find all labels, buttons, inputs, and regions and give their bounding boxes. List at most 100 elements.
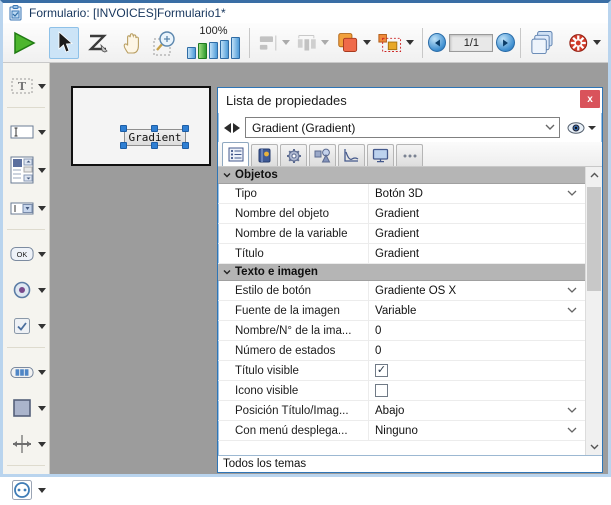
data-book-icon	[257, 148, 272, 163]
scrollbar-thumb[interactable]	[587, 187, 601, 291]
previous-object-icon[interactable]	[224, 123, 231, 133]
property-row-nombre-variable[interactable]: Nombre de la variable Gradient	[218, 224, 585, 244]
previous-page-button[interactable]	[428, 33, 446, 52]
scroll-up-button[interactable]	[586, 167, 602, 183]
selection-handle[interactable]	[120, 125, 127, 132]
checkbox-tool-dropdown-arrow[interactable]	[38, 324, 46, 329]
property-row-nombre-imagen[interactable]: Nombre/N° de la ima... 0	[218, 321, 585, 341]
property-value[interactable]: 0	[375, 345, 381, 357]
tab-more[interactable]	[396, 144, 423, 166]
selection-handle[interactable]	[151, 125, 158, 132]
property-value[interactable]: Abajo	[375, 405, 404, 417]
property-row-fuente-imagen[interactable]: Fuente de la imagen Variable	[218, 301, 585, 321]
splitter-tool-dropdown-arrow[interactable]	[38, 442, 46, 447]
group-button[interactable]	[376, 27, 415, 59]
property-value[interactable]: Gradient	[375, 228, 419, 240]
tab-objects[interactable]	[309, 144, 336, 166]
chevron-down-icon[interactable]	[567, 307, 575, 315]
property-scrollbar[interactable]	[585, 167, 602, 455]
rectangle-tool-dropdown-arrow[interactable]	[38, 406, 46, 411]
property-value[interactable]: 0	[375, 325, 381, 337]
settings-button[interactable]	[566, 27, 602, 59]
buttonbar-tool-dropdown-arrow[interactable]	[38, 370, 46, 375]
text-tool-dropdown-arrow[interactable]	[38, 84, 46, 89]
text-tool[interactable]: T	[3, 71, 49, 101]
buttonbar-tool[interactable]	[3, 357, 49, 387]
property-row-icono-visible[interactable]: Icono visible	[218, 381, 585, 401]
property-panel-title: Lista de propiedades	[226, 93, 347, 108]
next-page-button[interactable]	[496, 33, 514, 52]
button-tool-dropdown-arrow[interactable]	[38, 252, 46, 257]
checkbox-checked[interactable]: ✓	[375, 364, 388, 377]
chevron-down-icon[interactable]	[567, 407, 575, 415]
property-row-titulo[interactable]: Título Gradient	[218, 244, 585, 264]
sidebar-separator	[7, 347, 45, 348]
property-value[interactable]: Botón 3D	[375, 188, 423, 200]
radio-tool[interactable]	[3, 275, 49, 305]
rectangle-tool[interactable]	[3, 393, 49, 423]
combobox-tool-dropdown-arrow[interactable]	[38, 206, 46, 211]
input-tool[interactable]	[3, 117, 49, 147]
plugin-tool-dropdown-arrow[interactable]	[38, 488, 46, 493]
tab-settings[interactable]	[280, 144, 307, 166]
tab-data[interactable]	[251, 144, 278, 166]
scroll-down-button[interactable]	[586, 439, 602, 455]
property-row-nombre-objeto[interactable]: Nombre del objeto Gradient	[218, 204, 585, 224]
view-options-button[interactable]	[567, 122, 596, 134]
theme-filter-footer[interactable]: Todos los temas	[218, 455, 602, 472]
chevron-down-icon[interactable]	[567, 427, 575, 435]
property-row-con-menu[interactable]: Con menú desplega... Ninguno	[218, 421, 585, 441]
group-dropdown-arrow[interactable]	[406, 40, 414, 45]
form-canvas[interactable]: Gradient	[71, 86, 211, 166]
chevron-down-icon[interactable]	[567, 190, 575, 198]
tab-events[interactable]	[338, 144, 365, 166]
entry-order-tool-button[interactable]	[83, 27, 113, 59]
settings-dropdown-arrow[interactable]	[593, 40, 601, 45]
property-value[interactable]: Gradient	[375, 248, 419, 260]
property-row-posicion-titulo[interactable]: Posición Título/Imag... Abajo	[218, 401, 585, 421]
selection-handle[interactable]	[151, 142, 158, 149]
tab-display[interactable]	[367, 144, 394, 166]
listbox-tool-dropdown-arrow[interactable]	[38, 168, 46, 173]
execute-form-button[interactable]	[9, 27, 39, 59]
property-value[interactable]: Gradiente OS X	[375, 285, 456, 297]
chevron-down-icon[interactable]	[567, 287, 575, 295]
property-panel-titlebar[interactable]: Lista de propiedades x	[218, 88, 602, 113]
object-nav-arrows[interactable]	[224, 123, 240, 133]
property-row-titulo-visible[interactable]: Título visible ✓	[218, 361, 585, 381]
move-tool-button[interactable]	[117, 27, 147, 59]
form-pages-button[interactable]	[528, 27, 559, 59]
button-tool[interactable]: OK	[3, 239, 49, 269]
property-row-tipo[interactable]: Tipo Botón 3D	[218, 184, 585, 204]
next-object-icon[interactable]	[233, 123, 240, 133]
form-pages-icon	[529, 29, 558, 57]
selection-handle[interactable]	[182, 142, 189, 149]
listbox-tool[interactable]	[3, 153, 49, 187]
section-header-texto-imagen[interactable]: Texto e imagen	[218, 264, 585, 281]
radio-tool-dropdown-arrow[interactable]	[38, 288, 46, 293]
checkbox-unchecked[interactable]	[375, 384, 388, 397]
selection-handle[interactable]	[120, 142, 127, 149]
property-value[interactable]: Variable	[375, 305, 416, 317]
execute-form-icon	[11, 30, 37, 56]
input-tool-dropdown-arrow[interactable]	[38, 130, 46, 135]
splitter-tool[interactable]	[3, 429, 49, 459]
object-selector-combo[interactable]: Gradient (Gradient)	[245, 117, 560, 138]
property-row-numero-estados[interactable]: Número de estados 0	[218, 341, 585, 361]
selection-handle[interactable]	[182, 125, 189, 132]
zoom-tool-button[interactable]	[151, 27, 181, 59]
level-button[interactable]	[334, 27, 371, 59]
close-button[interactable]: x	[580, 90, 600, 108]
pointer-tool-button[interactable]	[49, 27, 79, 59]
property-value[interactable]: Ninguno	[375, 425, 418, 437]
property-value[interactable]: Gradient	[375, 208, 419, 220]
tab-properties-list[interactable]	[222, 142, 249, 166]
zoom-bars-icon[interactable]	[187, 37, 240, 59]
plugin-tool[interactable]	[3, 475, 49, 505]
combobox-tool[interactable]	[3, 193, 49, 223]
section-header-objetos[interactable]: Objetos	[218, 167, 585, 184]
checkbox-tool[interactable]	[3, 311, 49, 341]
zoom-level-control[interactable]: 100%	[187, 26, 240, 59]
level-dropdown-arrow[interactable]	[363, 40, 371, 45]
property-row-estilo-boton[interactable]: Estilo de botón Gradiente OS X	[218, 281, 585, 301]
